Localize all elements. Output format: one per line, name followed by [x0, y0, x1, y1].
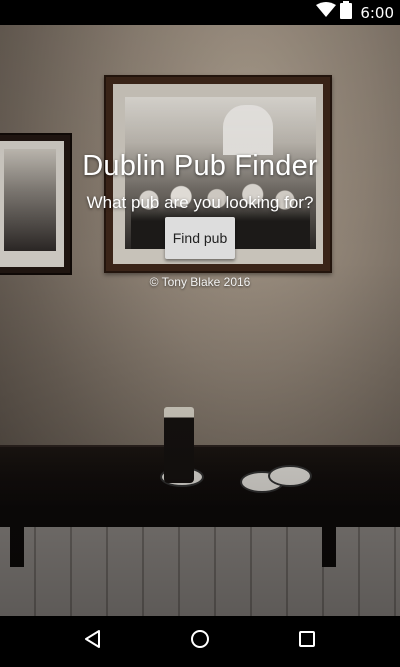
- status-bar: 6:00: [0, 0, 400, 25]
- battery-icon: [340, 1, 353, 24]
- home-button[interactable]: [180, 622, 220, 662]
- home-icon: [190, 629, 210, 654]
- search-prompt: What pub are you looking for?: [86, 193, 314, 212]
- find-pub-button[interactable]: Find pub: [164, 217, 236, 259]
- app-title: Dublin Pub Finder: [82, 150, 318, 182]
- copyright-text: © Tony Blake 2016: [149, 275, 251, 289]
- recents-button[interactable]: [287, 622, 327, 662]
- recents-icon: [298, 630, 316, 653]
- back-button[interactable]: [73, 622, 113, 662]
- status-time: 6:00: [360, 3, 394, 22]
- wifi-icon: [316, 2, 337, 23]
- back-icon: [83, 629, 103, 654]
- background-photo: [0, 25, 400, 616]
- main-content: Dublin Pub Finder What pub are you looki…: [0, 150, 400, 289]
- navigation-bar: [0, 616, 400, 667]
